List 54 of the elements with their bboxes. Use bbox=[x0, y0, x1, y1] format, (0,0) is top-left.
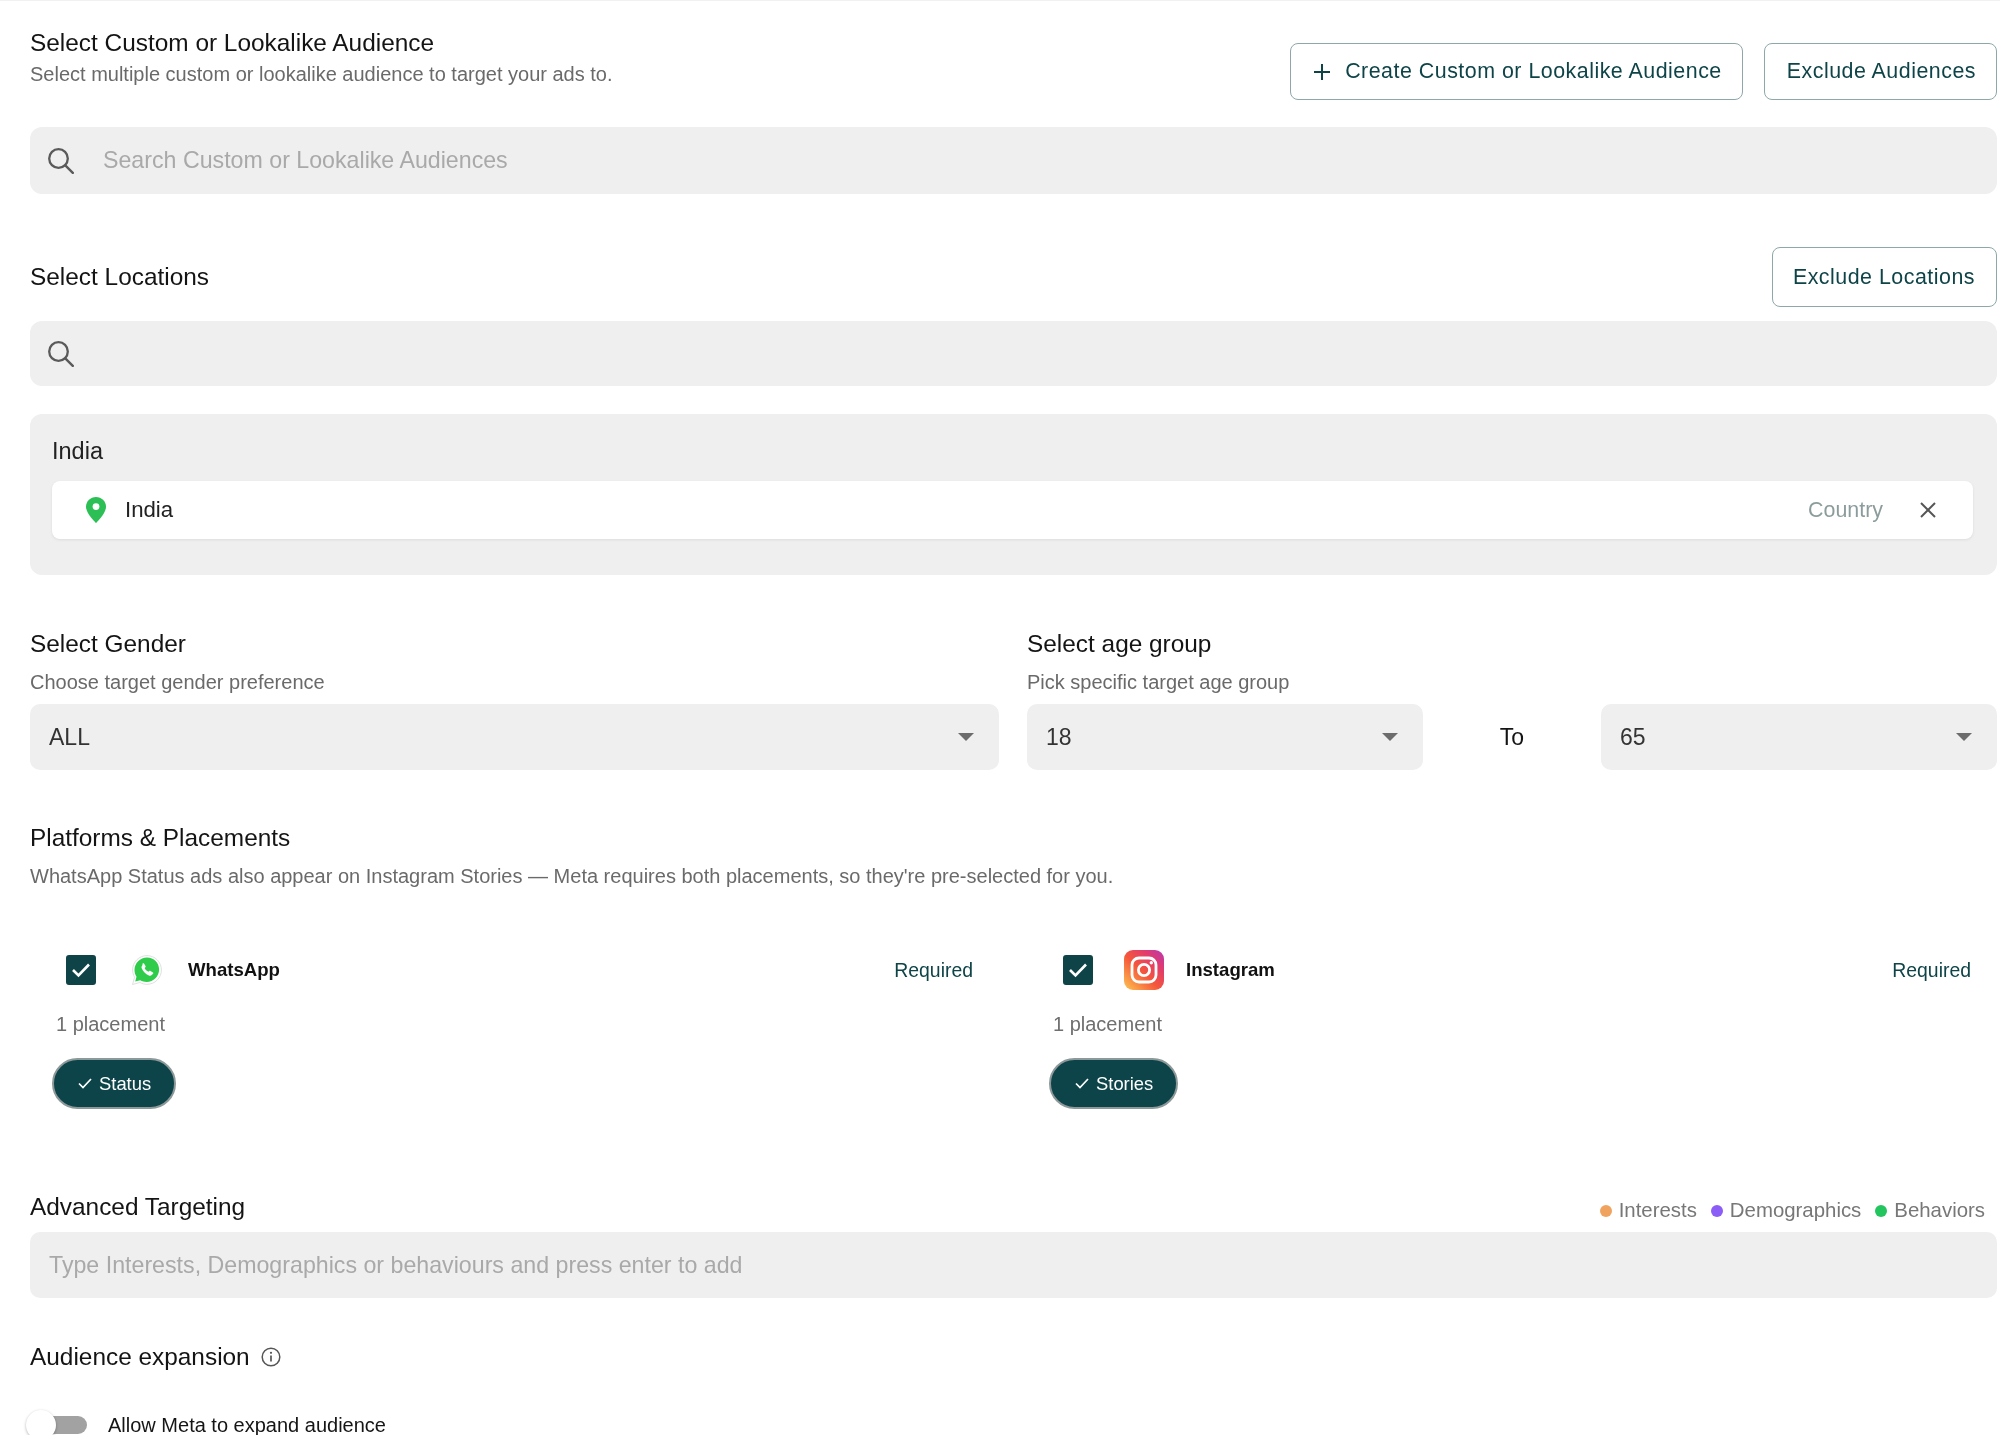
section-title: Audience expansion bbox=[30, 1343, 250, 1371]
section-title: Select Custom or Lookalike Audience bbox=[30, 29, 436, 57]
targeting-input[interactable]: Type Interests, Demographics or behaviours and press enter to add bbox=[30, 1232, 1997, 1298]
location-name: India bbox=[125, 497, 174, 523]
caret-icon bbox=[958, 733, 974, 741]
platform-name: Instagram bbox=[1186, 959, 1275, 981]
checkmark-icon bbox=[71, 962, 91, 978]
create-audience-button[interactable]: Create Custom or Lookalike Audience bbox=[1290, 43, 1743, 100]
caret-icon bbox=[1956, 733, 1972, 741]
search-icon bbox=[47, 147, 74, 174]
placement-chip[interactable]: Stories bbox=[1049, 1058, 1179, 1109]
checkbox[interactable] bbox=[1063, 955, 1093, 985]
legend-label: Demographics bbox=[1729, 1199, 1862, 1222]
map-pin-icon bbox=[86, 497, 106, 523]
toggle-switch[interactable] bbox=[26, 1410, 87, 1435]
section-subtitle: WhatsApp Status ads also appear on Instagram Stories — Meta requires both placements, so they're pre-selected for you. bbox=[30, 865, 1115, 887]
dropdown[interactable]: ALL bbox=[30, 704, 999, 770]
check-icon bbox=[78, 1078, 92, 1089]
dropdown[interactable]: 65 bbox=[1601, 704, 1997, 770]
section-subtitle: Choose target gender preference bbox=[30, 671, 326, 693]
placement-count: 1 placement bbox=[55, 1012, 166, 1036]
group-label: India bbox=[52, 438, 104, 464]
checkbox[interactable] bbox=[66, 955, 96, 985]
exclude-locations-button[interactable]: Exclude Locations bbox=[1771, 247, 1997, 307]
section-subtitle: Select multiple custom or lookalike audience to target your ads to. bbox=[30, 63, 613, 85]
required-label: Required bbox=[894, 958, 973, 982]
toggle-label: Allow Meta to expand audience bbox=[108, 1413, 386, 1435]
range-separator: To bbox=[1499, 723, 1525, 751]
placement-chip[interactable]: Status bbox=[52, 1058, 177, 1109]
section-title: Advanced Targeting bbox=[30, 1192, 246, 1221]
section-subtitle: Pick specific target age group bbox=[1027, 671, 1291, 693]
plus-icon bbox=[1313, 62, 1332, 81]
dropdown[interactable]: 18 bbox=[1027, 704, 1423, 770]
placement-count: 1 placement bbox=[1052, 1012, 1163, 1036]
platform-name: WhatsApp bbox=[188, 959, 280, 981]
search-field[interactable]: Search Custom or Lookalike Audiences bbox=[30, 127, 1997, 194]
close-icon[interactable] bbox=[1920, 502, 1936, 518]
info-icon bbox=[260, 1347, 281, 1367]
section-title: Select age group bbox=[1027, 630, 1213, 658]
checkmark-icon bbox=[1068, 962, 1088, 978]
search-field[interactable] bbox=[30, 321, 1997, 386]
section-title: Platforms & Placements bbox=[30, 824, 292, 852]
whatsapp-logo-icon bbox=[131, 954, 163, 986]
section-title: Select Gender bbox=[30, 630, 187, 658]
legend-label: Behaviors bbox=[1894, 1199, 1985, 1222]
section-title: Select Locations bbox=[30, 263, 209, 291]
legend-label: Interests bbox=[1618, 1199, 1697, 1222]
required-label: Required bbox=[1892, 958, 1971, 982]
exclude-audiences-button[interactable]: Exclude Audiences bbox=[1763, 43, 1997, 100]
search-icon bbox=[47, 340, 74, 367]
location-type: Country bbox=[1808, 497, 1883, 523]
caret-icon bbox=[1382, 733, 1398, 741]
check-icon bbox=[1075, 1078, 1089, 1089]
instagram-logo-icon bbox=[1124, 950, 1164, 990]
